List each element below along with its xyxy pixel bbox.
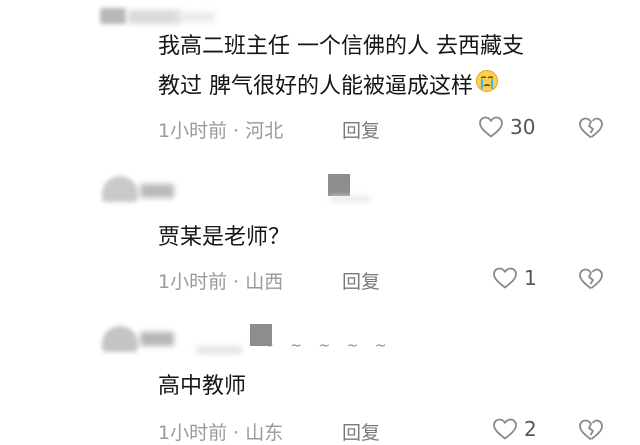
comment-location: 河北 xyxy=(245,120,284,142)
username[interactable] xyxy=(140,184,174,198)
crying-face-icon xyxy=(475,68,499,106)
broken-heart-icon xyxy=(578,267,604,291)
username-tail xyxy=(175,12,215,22)
reply-button[interactable]: 回复 xyxy=(342,116,380,143)
like-count: 1 xyxy=(524,266,537,290)
comment-meta: 1小时前 · 山东 xyxy=(158,418,283,445)
avatar[interactable] xyxy=(102,176,138,202)
dislike-button[interactable] xyxy=(578,116,604,140)
like-button[interactable]: 1 xyxy=(492,264,537,292)
comment-time: 1小时前 xyxy=(158,271,228,293)
heart-icon xyxy=(492,266,518,290)
comment-text: 贾某是老师？ xyxy=(158,225,291,250)
dislike-button[interactable] xyxy=(578,418,604,442)
username-redaction xyxy=(328,174,350,196)
username[interactable] xyxy=(140,332,174,346)
meta-separator: · xyxy=(233,271,240,293)
comment-meta: 1小时前 · 山西 xyxy=(158,267,283,294)
comment-3: ~ ~ ~ ~ ~ 高中教师 1小时前 · 山东 回复 2 xyxy=(0,320,640,445)
like-button[interactable]: 2 xyxy=(492,415,537,443)
heart-icon xyxy=(492,417,518,441)
avatar[interactable] xyxy=(100,8,126,24)
comment-location: 山东 xyxy=(245,422,284,444)
reply-button[interactable]: 回复 xyxy=(342,267,380,294)
comment-text-line-2: 教过 脾气很好的人能被逼成这样 xyxy=(158,68,499,106)
comment-2: 贾某是老师？ 1小时前 · 山西 回复 1 xyxy=(0,170,640,310)
like-count: 2 xyxy=(524,417,537,441)
heart-icon xyxy=(478,115,504,139)
username-suffix: ~ ~ ~ ~ ~ xyxy=(262,338,393,354)
username-mid xyxy=(196,346,242,354)
dislike-button[interactable] xyxy=(578,267,604,291)
meta-separator: · xyxy=(233,120,240,142)
like-button[interactable]: 30 xyxy=(478,113,535,141)
comment-text-line-1: 我高二班主任 一个信佛的人 去西藏支 xyxy=(158,34,524,59)
comment-meta: 1小时前 · 河北 xyxy=(158,116,283,143)
comment-text: 高中教师 xyxy=(158,374,247,399)
comment-text-line-2-content: 教过 脾气很好的人能被逼成这样 xyxy=(158,74,473,99)
comment-time: 1小时前 xyxy=(158,422,228,444)
broken-heart-icon xyxy=(578,116,604,140)
broken-heart-icon xyxy=(578,418,604,442)
avatar[interactable] xyxy=(102,326,138,352)
reply-button[interactable]: 回复 xyxy=(342,418,380,445)
username[interactable] xyxy=(128,10,180,24)
comment-location: 山西 xyxy=(245,271,284,293)
comment-time: 1小时前 xyxy=(158,120,228,142)
meta-separator: · xyxy=(233,422,240,444)
comment-1: 我高二班主任 一个信佛的人 去西藏支 教过 脾气很好的人能被逼成这样 1小时前 … xyxy=(0,0,640,150)
username-tail xyxy=(330,196,370,202)
like-count: 30 xyxy=(510,115,536,139)
